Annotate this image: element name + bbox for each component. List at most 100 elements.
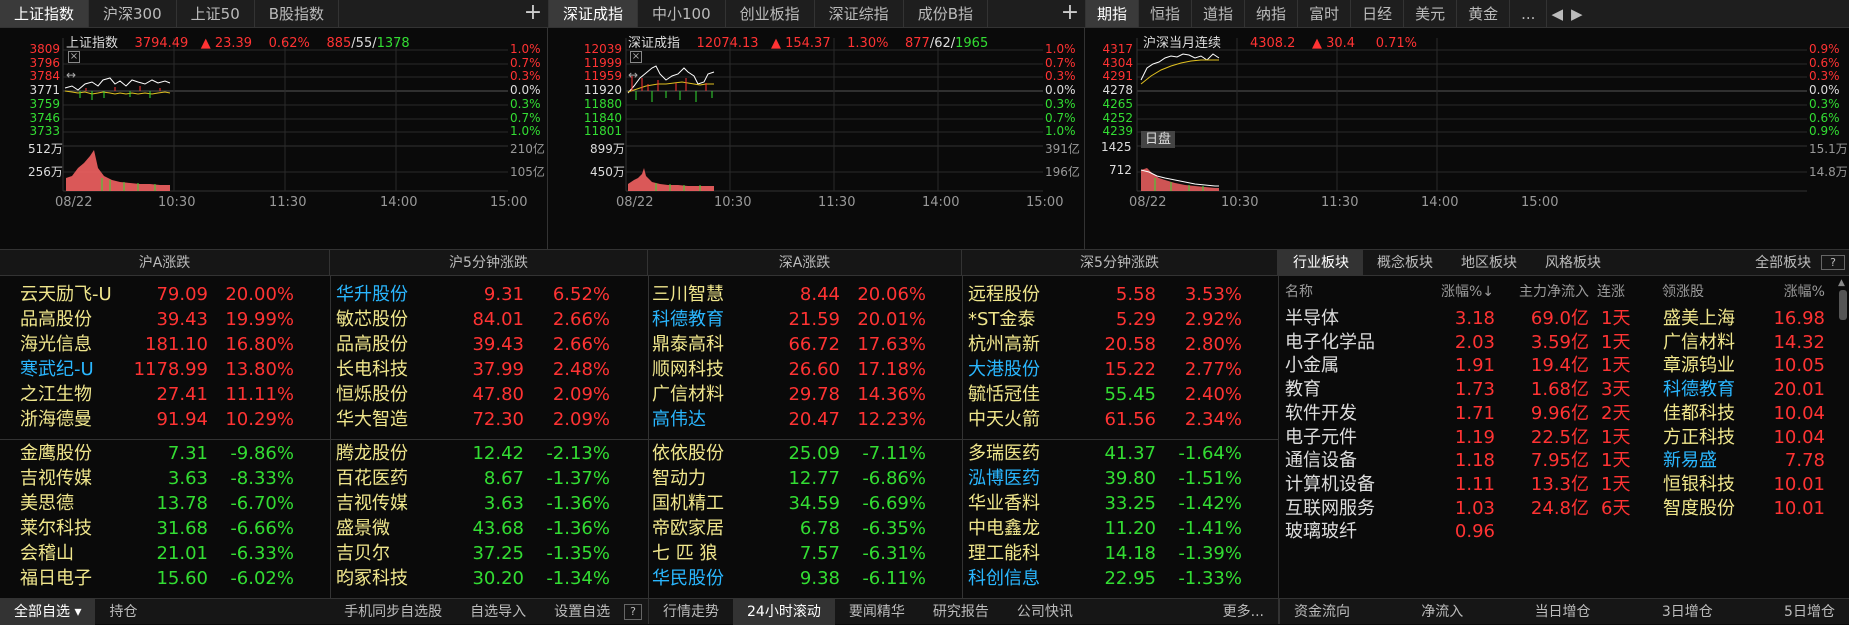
holdings-tab[interactable]: 持仓 — [95, 599, 151, 625]
sector-row[interactable]: 小金属 1.91 19.4亿 1天 章源钨业 10.05 — [1285, 353, 1835, 378]
stock-row[interactable]: 华业香料 33.25 -1.42% — [968, 491, 1270, 516]
tab-today-increase[interactable]: 当日增仓 — [1521, 599, 1605, 625]
col-change-pct[interactable]: 涨幅%↓ — [1434, 281, 1494, 301]
col-main-inflow[interactable]: 主力净流入 — [1501, 281, 1589, 301]
tab-szse-composite[interactable]: 深证综指 — [815, 0, 904, 27]
stock-row[interactable]: 大港股份 15.22 2.77% — [968, 357, 1270, 382]
tab-industry-sector[interactable]: 行业板块 — [1279, 250, 1363, 275]
tab-5day-increase[interactable]: 5日增仓 — [1770, 599, 1849, 625]
sector-row[interactable]: 玻璃玻纤 0.96 — [1285, 519, 1835, 544]
tab-gold[interactable]: 黄金 — [1457, 0, 1511, 27]
futures-chart[interactable]: 沪深当月连续 4308.2 ▲ 30.4 0.71% 4317 4304 429… — [1085, 28, 1849, 250]
tab-dow[interactable]: 道指 — [1192, 0, 1246, 27]
stock-row[interactable]: 昀冢科技 30.20 -1.34% — [336, 566, 638, 591]
stock-row[interactable]: 七 匹 狼 7.57 -6.31% — [652, 541, 954, 566]
tab-concept-sector[interactable]: 概念板块 — [1363, 250, 1447, 275]
stock-row[interactable]: 泓博医药 39.80 -1.51% — [968, 466, 1270, 491]
stock-row[interactable]: 吉视传媒 3.63 -1.36% — [336, 491, 638, 516]
tab-capital-flow[interactable]: 资金流向 — [1280, 599, 1364, 625]
col-name[interactable]: 名称 — [1285, 281, 1313, 301]
sector-row[interactable]: 通信设备 1.18 7.95亿 1天 新易盛 7.78 — [1285, 448, 1835, 473]
sync-watchlist-link[interactable]: 手机同步自选股 — [330, 599, 456, 625]
tab-region-sector[interactable]: 地区板块 — [1447, 250, 1531, 275]
tab-ftse[interactable]: 富时 — [1298, 0, 1352, 27]
stock-row[interactable]: 中天火箭 61.56 2.34% — [968, 407, 1270, 432]
tab-style-sector[interactable]: 风格板块 — [1531, 250, 1615, 275]
tab-company-news[interactable]: 公司快讯 — [1003, 599, 1087, 625]
expand-arrows-icon[interactable]: ↔ — [66, 68, 76, 82]
stock-row[interactable]: 盛景微 43.68 -1.36% — [336, 516, 638, 541]
col-leader-pct[interactable]: 涨幅% — [1765, 281, 1825, 301]
help-icon[interactable]: ? — [624, 603, 642, 620]
stock-row[interactable]: 金鹰股份 7.31 -9.86% — [20, 441, 322, 466]
tab-sme100[interactable]: 中小100 — [638, 0, 726, 27]
stock-row[interactable]: 长电科技 37.99 2.48% — [336, 357, 638, 382]
settings-watchlist-link[interactable]: 设置自选 — [540, 599, 624, 625]
stock-row[interactable]: 高伟达 20.47 12.23% — [652, 407, 954, 432]
stock-row[interactable]: *ST金泰 5.29 2.92% — [968, 307, 1270, 332]
prev-arrow-icon[interactable]: ◀ — [1547, 0, 1567, 27]
tab-nikkei[interactable]: 日经 — [1351, 0, 1405, 27]
close-chart-icon[interactable]: × — [630, 51, 642, 63]
sector-row[interactable]: 计算机设备 1.11 13.3亿 1天 恒银科技 10.01 — [1285, 472, 1835, 497]
stock-row[interactable]: 会稽山 21.01 -6.33% — [20, 541, 322, 566]
stock-row[interactable]: 杭州高新 20.58 2.80% — [968, 332, 1270, 357]
sector-row[interactable]: 互联网服务 1.03 24.8亿 6天 智度股份 10.01 — [1285, 496, 1835, 521]
stock-row[interactable]: 多瑞医药 41.37 -1.64% — [968, 441, 1270, 466]
tab-futures[interactable]: 期指 — [1086, 0, 1140, 27]
stock-row[interactable]: 品高股份 39.43 2.66% — [336, 332, 638, 357]
tab-component-b[interactable]: 成份B指 — [904, 0, 988, 27]
tab-csi300[interactable]: 沪深300 — [89, 0, 177, 27]
tab-more[interactable]: ... — [1510, 0, 1548, 27]
stock-row[interactable]: 智动力 12.77 -6.86% — [652, 466, 954, 491]
stock-row[interactable]: 吉贝尔 37.25 -1.35% — [336, 541, 638, 566]
tab-nasdaq[interactable]: 纳指 — [1245, 0, 1299, 27]
sector-row[interactable]: 半导体 3.18 69.0亿 1天 盛美上海 16.98 — [1285, 306, 1835, 331]
tab-3day-increase[interactable]: 3日增仓 — [1648, 599, 1727, 625]
stock-row[interactable]: 科创信息 22.95 -1.33% — [968, 566, 1270, 591]
stock-row[interactable]: 品高股份 39.43 19.99% — [20, 307, 322, 332]
stock-row[interactable]: 广信材料 29.78 14.36% — [652, 382, 954, 407]
tab-research-reports[interactable]: 研究报告 — [919, 599, 1003, 625]
col-streak[interactable]: 连涨 — [1597, 281, 1625, 301]
sector-row[interactable]: 软件开发 1.71 9.96亿 2天 佳都科技 10.04 — [1285, 401, 1835, 426]
add-tab-plus-icon[interactable]: + — [1055, 0, 1085, 27]
stock-row[interactable]: 敏芯股份 84.01 2.66% — [336, 307, 638, 332]
session-badge[interactable]: 日盘 — [1141, 131, 1176, 148]
stock-row[interactable]: 腾龙股份 12.42 -2.13% — [336, 441, 638, 466]
tab-sse-index[interactable]: 上证指数 — [0, 0, 90, 27]
stock-row[interactable]: 浙海德曼 91.94 10.29% — [20, 407, 322, 432]
stock-row[interactable]: 华升股份 9.31 6.52% — [336, 282, 638, 307]
close-chart-icon[interactable]: × — [68, 51, 80, 63]
stock-row[interactable]: 华大智造 72.30 2.09% — [336, 407, 638, 432]
add-tab-plus-icon[interactable]: + — [518, 0, 548, 27]
tab-chinext[interactable]: 创业板指 — [726, 0, 815, 27]
tab-szse-component[interactable]: 深证成指 — [549, 0, 639, 27]
sector-row[interactable]: 教育 1.73 1.68亿 3天 科德教育 20.01 — [1285, 377, 1835, 402]
stock-row[interactable]: 寒武纪-U 1178.99 13.80% — [20, 357, 322, 382]
szse-component-chart[interactable]: 深证成指 12074.13 ▲ 154.37 1.30% 877/62/1965… — [548, 28, 1085, 250]
stock-row[interactable]: 三川智慧 8.44 20.06% — [652, 282, 954, 307]
stock-row[interactable]: 远程股份 5.58 3.53% — [968, 282, 1270, 307]
sector-row[interactable]: 电子化学品 2.03 3.59亿 1天 广信材料 14.32 — [1285, 330, 1835, 355]
col-leader[interactable]: 领涨股 — [1662, 281, 1704, 301]
sse-index-chart[interactable]: 上证指数 3794.49 ▲ 23.39 0.62% 885/55/1378 ×… — [0, 28, 548, 250]
scrollbar[interactable] — [1839, 290, 1847, 320]
stock-row[interactable]: 美思德 13.78 -6.70% — [20, 491, 322, 516]
stock-row[interactable]: 中电鑫龙 11.20 -1.41% — [968, 516, 1270, 541]
tab-sse50[interactable]: 上证50 — [177, 0, 255, 27]
stock-row[interactable]: 科德教育 21.59 20.01% — [652, 307, 954, 332]
stock-row[interactable]: 国机精工 34.59 -6.69% — [652, 491, 954, 516]
stock-row[interactable]: 毓恬冠佳 55.45 2.40% — [968, 382, 1270, 407]
stock-row[interactable]: 顺网科技 26.60 17.18% — [652, 357, 954, 382]
stock-row[interactable]: 理工能科 14.18 -1.39% — [968, 541, 1270, 566]
tab-b-share-index[interactable]: B股指数 — [255, 0, 340, 27]
stock-row[interactable]: 云天励飞-U 79.09 20.00% — [20, 282, 322, 307]
stock-row[interactable]: 百花医药 8.67 -1.37% — [336, 466, 638, 491]
stock-row[interactable]: 海光信息 181.10 16.80% — [20, 332, 322, 357]
stock-row[interactable]: 鼎泰高科 66.72 17.63% — [652, 332, 954, 357]
stock-row[interactable]: 福日电子 15.60 -6.02% — [20, 566, 322, 591]
tab-hsi[interactable]: 恒指 — [1139, 0, 1193, 27]
tab-usd[interactable]: 美元 — [1404, 0, 1458, 27]
import-watchlist-link[interactable]: 自选导入 — [456, 599, 540, 625]
